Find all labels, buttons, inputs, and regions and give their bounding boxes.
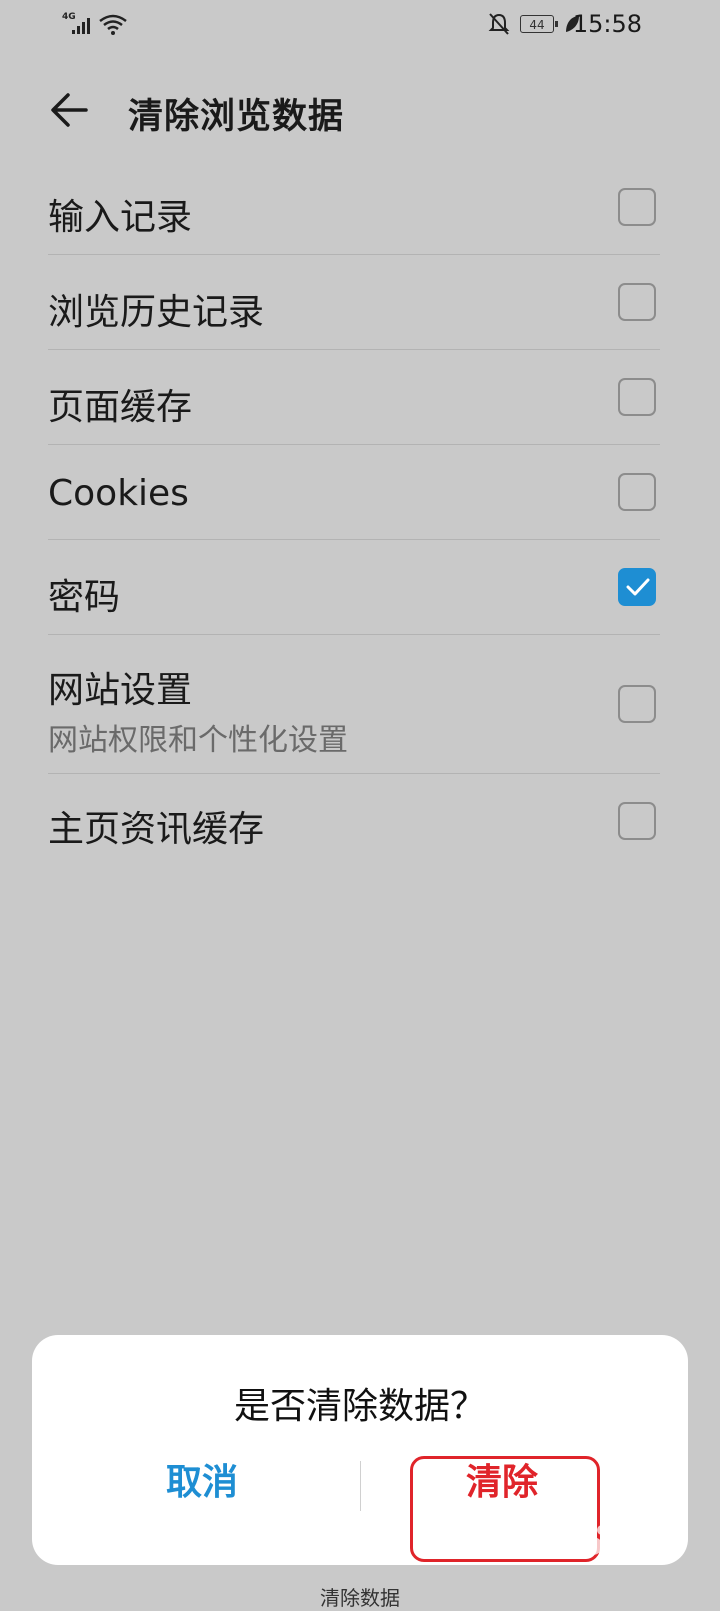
option-row-cookies[interactable]: Cookies bbox=[48, 445, 660, 540]
status-icons: 44 bbox=[488, 12, 580, 36]
checkbox-page-cache[interactable] bbox=[618, 378, 656, 416]
option-label: 页面缓存 bbox=[48, 387, 193, 428]
notifications-off-icon bbox=[488, 13, 510, 35]
checkbox-cookies[interactable] bbox=[618, 473, 656, 511]
battery-level: 44 bbox=[529, 18, 545, 32]
option-row-homepage-news-cache[interactable]: 主页资讯缓存 bbox=[48, 774, 660, 870]
option-row-input-records[interactable]: 输入记录 bbox=[48, 162, 660, 255]
checkbox-homepage-news-cache[interactable] bbox=[618, 802, 656, 840]
clock: 15:58 bbox=[572, 10, 642, 38]
option-label: 网站设置 bbox=[48, 670, 193, 711]
back-arrow-icon bbox=[51, 93, 88, 127]
option-row-browsing-history[interactable]: 浏览历史记录 bbox=[48, 255, 660, 350]
option-label: 主页资讯缓存 bbox=[48, 809, 265, 850]
cancel-button[interactable]: 取消 bbox=[112, 1447, 292, 1519]
page-title: 清除浏览数据 bbox=[128, 97, 345, 137]
checkbox-browsing-history[interactable] bbox=[618, 283, 656, 321]
option-row-site-settings[interactable]: 网站设置 网站权限和个性化设置 bbox=[48, 635, 660, 774]
back-button[interactable] bbox=[46, 86, 94, 134]
checkmark-icon bbox=[626, 578, 650, 596]
baidu-jingyan-watermark bbox=[520, 1520, 680, 1590]
dialog-message: 是否清除数据？ bbox=[233, 1386, 486, 1427]
status-bar: 4G 44 15:58 bbox=[0, 0, 720, 52]
option-row-passwords[interactable]: 密码 bbox=[48, 540, 660, 635]
option-row-page-cache[interactable]: 页面缓存 bbox=[48, 350, 660, 445]
checkbox-input-records[interactable] bbox=[618, 188, 656, 226]
app-header: 清除浏览数据 bbox=[0, 70, 720, 150]
option-label: 密码 bbox=[48, 577, 121, 618]
option-label: 浏览历史记录 bbox=[48, 292, 265, 333]
paw-icon bbox=[577, 1521, 607, 1555]
option-label: Cookies bbox=[48, 473, 189, 514]
option-sublabel: 网站权限和个性化设置 bbox=[48, 723, 348, 758]
status-left: 4G bbox=[62, 12, 128, 36]
wifi-icon bbox=[99, 14, 127, 35]
dialog-button-divider bbox=[360, 1461, 361, 1511]
option-label: 输入记录 bbox=[48, 197, 193, 238]
checkbox-site-settings[interactable] bbox=[618, 685, 656, 723]
clear-data-options-list: 输入记录 浏览历史记录 页面缓存 Cookies 密码 网站设置 网站权限和个性… bbox=[48, 162, 660, 870]
checkbox-passwords[interactable] bbox=[618, 568, 656, 606]
battery-icon: 44 bbox=[520, 15, 558, 33]
cellular-signal-icon: 4G bbox=[62, 12, 90, 36]
